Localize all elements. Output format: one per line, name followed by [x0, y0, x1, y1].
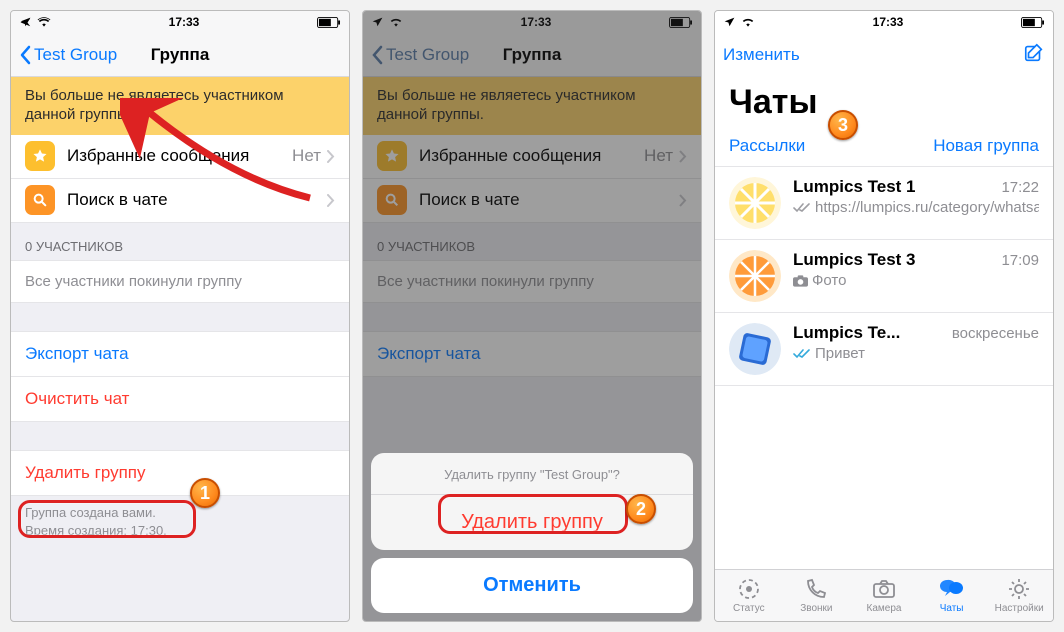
chat-name: Lumpics Te...: [793, 323, 900, 343]
action-sheet: Удалить группу "Test Group"? Удалить гру…: [371, 453, 693, 613]
battery-icon: [1021, 17, 1045, 28]
read-ticks-icon: [793, 348, 811, 360]
chat-time: 17:22: [1001, 179, 1039, 196]
delete-group-button[interactable]: Удалить группу: [11, 450, 349, 496]
chat-name: Lumpics Test 3: [793, 250, 916, 270]
avatar: [729, 250, 781, 302]
step-badge-3: 3: [828, 110, 858, 140]
back-label: Test Group: [34, 45, 117, 65]
search-icon: [25, 185, 55, 215]
chats-icon: [939, 577, 965, 601]
wifi-icon: [741, 17, 755, 27]
status-bar: 17:33: [715, 11, 1053, 33]
chevron-left-icon: [19, 45, 31, 65]
nav-bar: Изменить: [715, 33, 1053, 77]
tab-calls[interactable]: Звонки: [783, 570, 851, 621]
tab-bar: Статус Звонки Камера Чаты Настройки: [715, 569, 1053, 621]
camera-icon: [871, 577, 897, 601]
status-time: 17:33: [169, 15, 200, 29]
nav-bar: Test Group Группа: [11, 33, 349, 77]
chat-message: https://lumpics.ru/category/whatsapp: [815, 199, 1039, 218]
battery-icon: [317, 17, 341, 28]
chat-message: Фото: [812, 272, 846, 291]
avatar: [729, 323, 781, 375]
status-time: 17:33: [873, 15, 904, 29]
back-button[interactable]: Test Group: [19, 45, 117, 65]
tab-camera[interactable]: Камера: [850, 570, 918, 621]
export-chat-button[interactable]: Экспорт чата: [11, 331, 349, 377]
status-bar: 17:33: [11, 11, 349, 33]
screenshot-2-action-sheet: 17:33 Test Group Группа Вы больше не явл…: [362, 10, 702, 622]
chat-row[interactable]: Lumpics Te... воскресенье Привет: [715, 313, 1053, 386]
screenshot-3-chats-list: 17:33 Изменить Чаты Рассылки Новая групп…: [714, 10, 1054, 622]
chevron-right-icon: [327, 194, 335, 207]
tab-status[interactable]: Статус: [715, 570, 783, 621]
screenshot-1-group-info: 17:33 Test Group Группа Вы больше не явл…: [10, 10, 350, 622]
star-icon: [25, 141, 55, 171]
chat-message: Привет: [815, 345, 865, 364]
chat-row[interactable]: Lumpics Test 3 17:09 Фото: [715, 240, 1053, 313]
starred-value: Нет: [292, 146, 321, 166]
camera-icon: [793, 275, 808, 287]
step-badge-1: 1: [190, 478, 220, 508]
sheet-title: Удалить группу "Test Group"?: [371, 453, 693, 495]
delivered-ticks-icon: [793, 202, 811, 214]
group-footer-note: Группа создана вами. Время создания: 17:…: [11, 496, 349, 548]
participants-empty: Все участники покинули группу: [11, 260, 349, 303]
airplane-mode-icon: [19, 16, 32, 29]
chat-time: 17:09: [1001, 252, 1039, 269]
chats-subnav: Рассылки Новая группа: [715, 128, 1053, 167]
status-icon: [736, 577, 762, 601]
new-group-link[interactable]: Новая группа: [933, 136, 1039, 156]
wifi-icon: [37, 17, 51, 27]
not-participant-banner: Вы больше не являетесь участником данной…: [11, 77, 349, 135]
edit-button[interactable]: Изменить: [723, 45, 800, 65]
chats-big-title: Чаты: [715, 77, 1053, 128]
starred-messages-row[interactable]: Избранные сообщения Нет: [11, 135, 349, 179]
search-label: Поиск в чате: [67, 190, 168, 210]
compose-icon: [1023, 42, 1045, 64]
participants-header: 0 УЧАСТНИКОВ: [11, 223, 349, 260]
broadcasts-link[interactable]: Рассылки: [729, 136, 805, 156]
clear-chat-button[interactable]: Очистить чат: [11, 377, 349, 422]
gear-icon: [1006, 577, 1032, 601]
chat-row[interactable]: Lumpics Test 1 17:22 https://lumpics.ru/c…: [715, 167, 1053, 240]
phone-icon: [803, 577, 829, 601]
step-badge-2: 2: [626, 494, 656, 524]
chevron-right-icon: [327, 150, 335, 163]
sheet-cancel-button[interactable]: Отменить: [371, 558, 693, 613]
avatar: [729, 177, 781, 229]
starred-label: Избранные сообщения: [67, 146, 249, 166]
tab-settings[interactable]: Настройки: [985, 570, 1053, 621]
search-chat-row[interactable]: Поиск в чате: [11, 179, 349, 223]
chat-name: Lumpics Test 1: [793, 177, 916, 197]
chat-time: воскресенье: [952, 325, 1039, 342]
tab-chats[interactable]: Чаты: [918, 570, 986, 621]
compose-button[interactable]: [1023, 42, 1045, 69]
airplane-mode-icon: [723, 16, 736, 29]
